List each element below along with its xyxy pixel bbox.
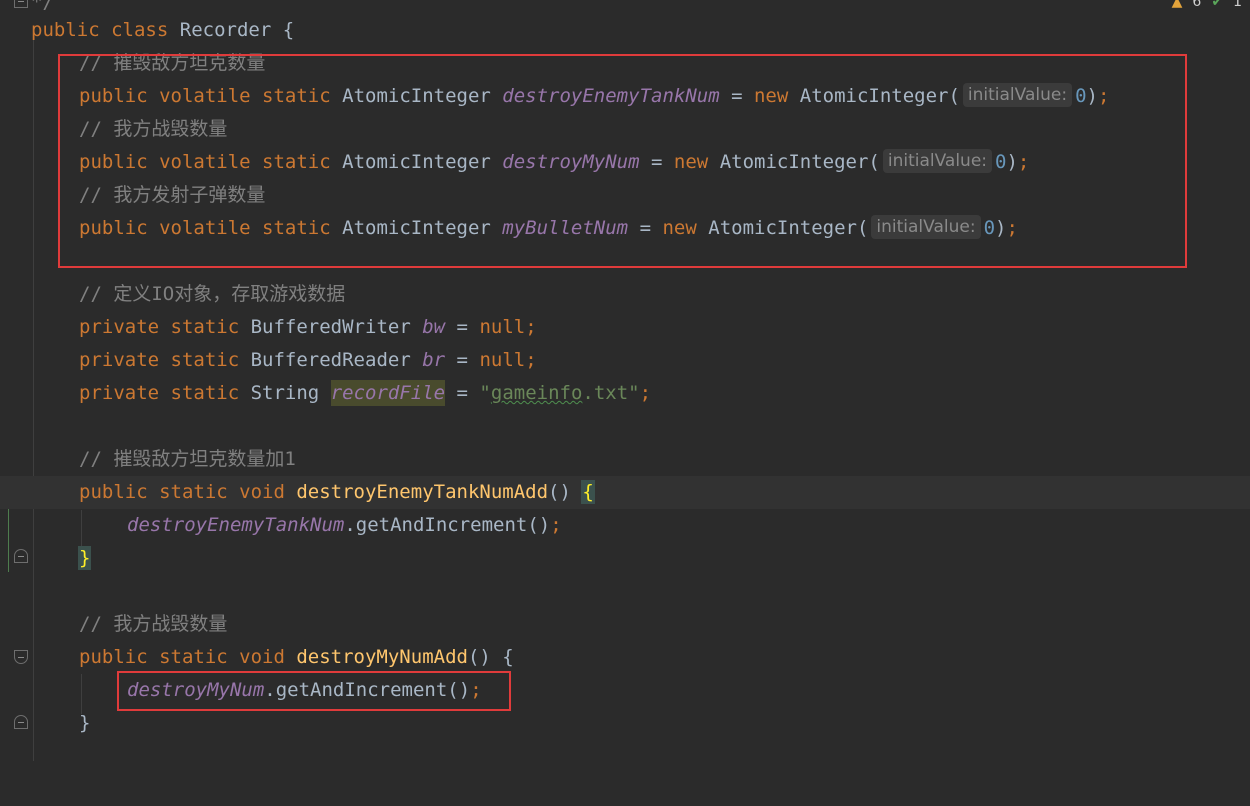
code-line-field: private static BufferedReader br = null; (79, 349, 537, 371)
keyword: public (31, 19, 100, 41)
code-line-close: } (0, 542, 1250, 575)
string-literal: gameinfo (490, 382, 583, 404)
matched-brace: { (581, 480, 595, 504)
keyword: class (111, 19, 169, 41)
highlight-box-statement (117, 671, 511, 711)
field-reference: destroyEnemyTankNum (127, 514, 345, 536)
method-name: destroyEnemyTankNumAdd (296, 481, 549, 503)
code-line-close: } (0, 707, 1250, 740)
matched-brace: } (77, 546, 92, 570)
field-name: bw (422, 316, 446, 338)
type-name: BufferedWriter (250, 316, 411, 338)
code-editor[interactable]: ▲ 6 ✔ 1 */ public class Recorder { // 摧毁… (0, 0, 1250, 761)
code-line-method-decl: public static void destroyMyNumAdd() { (79, 646, 514, 668)
comment: // 摧毁敌方坦克数量加1 (79, 448, 296, 470)
modifiers: private static (79, 382, 240, 404)
method-call: .getAndIncrement() (344, 514, 551, 536)
field-name: br (422, 349, 446, 371)
comment: // 定义IO对象，存取游戏数据 (79, 283, 346, 305)
string-literal-end: .txt" (582, 382, 640, 404)
unused-field-name: recordFile (330, 380, 446, 406)
null-literal: null (479, 316, 526, 338)
brace: } (79, 712, 91, 734)
modifiers: private static (79, 349, 240, 371)
method-name: destroyMyNumAdd (296, 646, 468, 668)
modifiers: public static void (79, 481, 285, 503)
code-line-comment: // 我方战毁数量 (0, 608, 1250, 641)
comment: // 我方战毁数量 (79, 613, 228, 635)
null-literal: null (479, 349, 526, 371)
code-line-comment: // 摧毁敌方坦克数量加1 (0, 443, 1250, 476)
type-name: BufferedReader (250, 349, 411, 371)
brace: { (282, 19, 295, 41)
highlight-box-fields (58, 54, 1187, 268)
code-line-comment: // 定义IO对象，存取游戏数据 (0, 278, 1250, 311)
code-line-statement: destroyEnemyTankNum.getAndIncrement(); (127, 514, 562, 536)
string-quote: " (479, 382, 491, 404)
code-line-class-decl: public class Recorder { (0, 14, 1250, 47)
code-line-field: private static BufferedWriter bw = null; (79, 316, 537, 338)
code-line-method-decl: public static void destroyEnemyTankNumAd… (0, 476, 1250, 509)
type-name: String (250, 382, 320, 404)
class-name: Recorder (179, 19, 272, 41)
modifiers: private static (79, 316, 240, 338)
modifiers: public static void (79, 646, 285, 668)
code-line-field: private static String recordFile = "game… (79, 380, 652, 406)
